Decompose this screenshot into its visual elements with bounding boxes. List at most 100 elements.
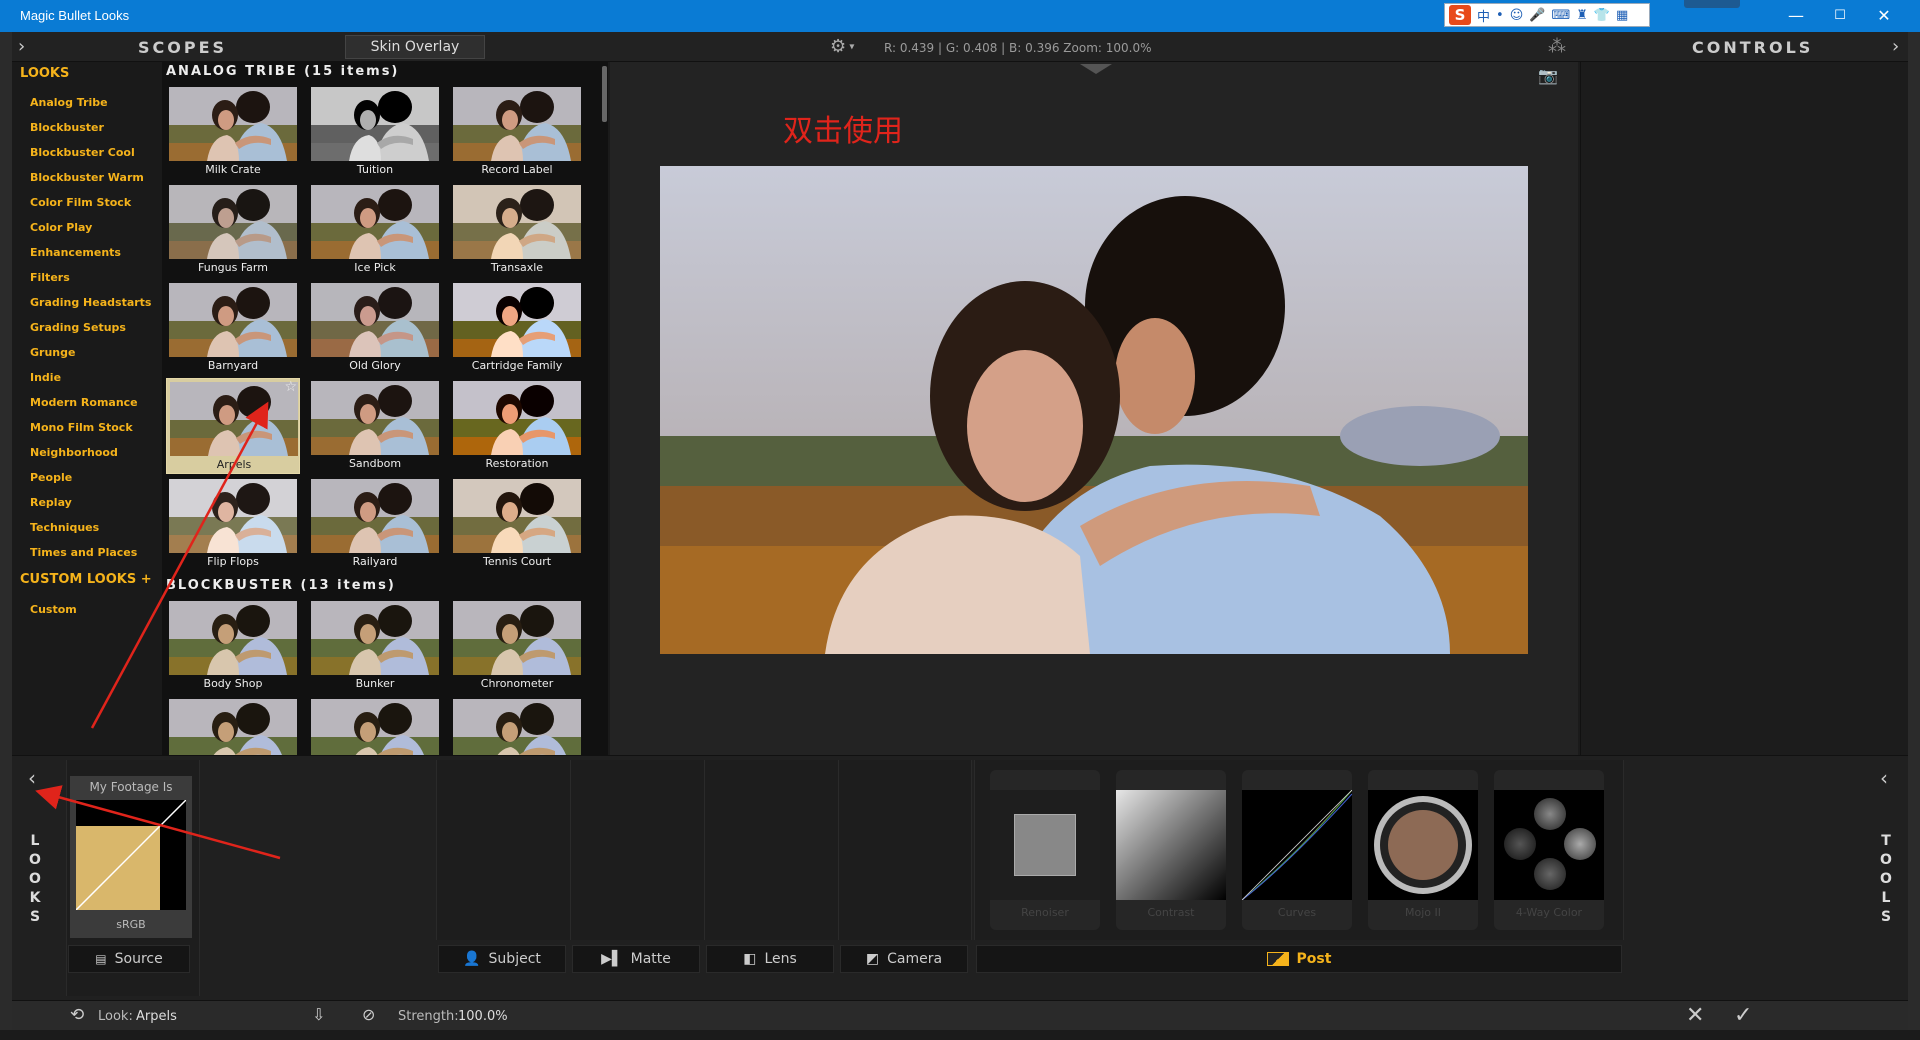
sidebar-item-color-film-stock[interactable]: Color Film Stock (30, 196, 131, 209)
sidebar-item-grading-headstarts[interactable]: Grading Headstarts (30, 296, 151, 309)
window-edge (0, 32, 12, 1030)
look-thumbnail[interactable]: Restoration (450, 378, 584, 474)
curves-preview (1242, 790, 1352, 900)
sidebar-item-indie[interactable]: Indie (30, 371, 61, 384)
look-thumbnail[interactable]: Cartridge Family (450, 280, 584, 376)
look-label: Bunker (355, 677, 395, 690)
tab-matte[interactable]: ▶▌ Matte (572, 945, 700, 973)
look-label: Sandbom (348, 457, 402, 470)
look-thumbnail[interactable]: Chronometer (450, 598, 584, 694)
bypass-icon[interactable]: ⊘ (362, 1005, 375, 1024)
tab-source-label: Source (114, 951, 163, 967)
chevron-left-icon[interactable]: ‹ (1880, 766, 1888, 790)
custom-looks-title[interactable]: CUSTOM LOOKS + (20, 572, 152, 587)
sidebar-item-neighborhood[interactable]: Neighborhood (30, 446, 118, 459)
look-label: Arpels (216, 458, 252, 471)
ime-keyboard-icon[interactable]: ⌨ (1551, 8, 1570, 23)
sidebar-item-grunge[interactable]: Grunge (30, 346, 75, 359)
ime-chinese-mode[interactable]: 中 (1477, 6, 1490, 25)
main-preview-image (660, 166, 1528, 654)
strength-value[interactable]: 100.0% (458, 1009, 508, 1024)
sidebar-item-grading-setups[interactable]: Grading Setups (30, 321, 126, 334)
viewer-dropdown-icon[interactable] (1080, 64, 1112, 74)
tool-4way-color[interactable]: 4-Way Color (1494, 770, 1604, 930)
ime-emoji-icon[interactable]: ☺ (1510, 8, 1524, 23)
minimize-button[interactable]: — (1774, 2, 1818, 30)
look-thumbnail[interactable]: Body Shop (166, 598, 300, 694)
sidebar-item-blockbuster[interactable]: Blockbuster (30, 121, 104, 134)
cancel-icon[interactable]: ✕ (1686, 1003, 1704, 1028)
look-thumbnail[interactable]: Transaxle (450, 182, 584, 278)
apply-check-icon[interactable]: ✓ (1734, 1003, 1752, 1028)
sidebar-item-enhancements[interactable]: Enhancements (30, 246, 121, 259)
status-bar: ⟲ Look: Arpels ⇩ ⊘ Strength: 100.0% ✕ ✓ (12, 1000, 1908, 1030)
ime-mic-icon[interactable]: 🎤 (1529, 8, 1545, 23)
chevron-right-icon[interactable]: › (1892, 36, 1899, 57)
tools-vertical-label[interactable]: TOOLS (1876, 832, 1896, 927)
sidebar-item-replay[interactable]: Replay (30, 496, 72, 509)
ime-punct-icon[interactable]: • (1496, 8, 1504, 23)
sidebar-item-mono-film-stock[interactable]: Mono Film Stock (30, 421, 133, 434)
look-thumbnail[interactable] (166, 696, 300, 755)
look-thumbnail[interactable]: Flip Flops (166, 476, 300, 572)
skin-overlay-button[interactable]: Skin Overlay (345, 35, 485, 59)
viewer-layout-icon[interactable]: ⁂ (1548, 36, 1566, 57)
ime-toolbar[interactable]: S 中 • ☺ 🎤 ⌨ ♜ 👕 ▦ (1444, 3, 1650, 27)
look-thumbnail[interactable]: Ice Pick (308, 182, 442, 278)
camera-snapshot-icon[interactable]: 📷 (1538, 66, 1558, 85)
sidebar-item-times-and-places[interactable]: Times and Places (30, 546, 137, 559)
save-look-icon[interactable]: ⇩ (312, 1005, 325, 1024)
undo-icon[interactable]: ⟲ (70, 1005, 84, 1025)
close-button[interactable]: ✕ (1862, 2, 1906, 30)
color-space-label: sRGB (116, 918, 146, 931)
tab-lens[interactable]: ◧ Lens (706, 945, 834, 973)
favorite-star-icon[interactable]: ☆ (284, 379, 297, 395)
gear-icon[interactable]: ⚙ ▾ (830, 36, 854, 57)
tool-mojo[interactable]: Mojo II (1368, 770, 1478, 930)
look-thumbnail[interactable]: Sandbom (308, 378, 442, 474)
sidebar-item-custom[interactable]: Custom (30, 603, 77, 616)
tool-contrast[interactable]: Contrast (1116, 770, 1226, 930)
grid-scrollbar[interactable] (602, 66, 607, 122)
tab-post[interactable]: Post (976, 945, 1622, 973)
sidebar-item-people[interactable]: People (30, 471, 72, 484)
look-thumbnail[interactable]: Barnyard (166, 280, 300, 376)
look-thumbnail[interactable] (308, 696, 442, 755)
chevron-right-icon[interactable]: › (18, 36, 25, 57)
maximize-button[interactable]: ☐ (1818, 2, 1862, 30)
tab-subject[interactable]: 👤 Subject (438, 945, 566, 973)
look-thumbnail[interactable] (450, 696, 584, 755)
sidebar-item-color-play[interactable]: Color Play (30, 221, 92, 234)
look-thumbnail-selected[interactable]: Arpels ☆ (166, 378, 300, 474)
sidebar-item-techniques[interactable]: Techniques (30, 521, 99, 534)
sidebar-item-blockbuster-warm[interactable]: Blockbuster Warm (30, 171, 144, 184)
window-title: Magic Bullet Looks (20, 8, 130, 23)
subject-stage (436, 760, 570, 940)
look-thumbnail[interactable]: Tennis Court (450, 476, 584, 572)
tool-renoiser[interactable]: Renoiser (990, 770, 1100, 930)
ime-menu-icon[interactable]: ▦ (1616, 8, 1628, 23)
look-thumbnail[interactable]: Milk Crate (166, 84, 300, 180)
look-thumbnail[interactable]: Record Label (450, 84, 584, 180)
chevron-left-icon[interactable]: ‹ (28, 766, 36, 790)
tool-curves[interactable]: Curves (1242, 770, 1352, 930)
scopes-tab[interactable]: SCOPES (138, 38, 227, 57)
looks-vertical-label[interactable]: LOOKS (25, 832, 45, 927)
tab-camera[interactable]: ◩ Camera (840, 945, 968, 973)
sogou-icon[interactable]: S (1449, 5, 1471, 25)
sidebar-item-analog-tribe[interactable]: Analog Tribe (30, 96, 108, 109)
sidebar-item-blockbuster-cool[interactable]: Blockbuster Cool (30, 146, 135, 159)
look-thumbnail[interactable]: Tuition (308, 84, 442, 180)
look-thumbnail[interactable]: Bunker (308, 598, 442, 694)
look-thumbnail[interactable]: Old Glory (308, 280, 442, 376)
sidebar-item-filters[interactable]: Filters (30, 271, 70, 284)
look-thumbnail[interactable]: Fungus Farm (166, 182, 300, 278)
ime-tool-icon[interactable]: ♜ (1576, 8, 1588, 23)
footage-card[interactable]: My Footage Is sRGB (70, 776, 192, 938)
look-preview-image (311, 699, 439, 755)
ime-skin-icon[interactable]: 👕 (1594, 8, 1610, 23)
sidebar-item-modern-romance[interactable]: Modern Romance (30, 396, 138, 409)
look-thumbnail[interactable]: Railyard (308, 476, 442, 572)
look-label: Transaxle (490, 261, 544, 274)
tab-source[interactable]: ▤ Source (68, 945, 190, 973)
